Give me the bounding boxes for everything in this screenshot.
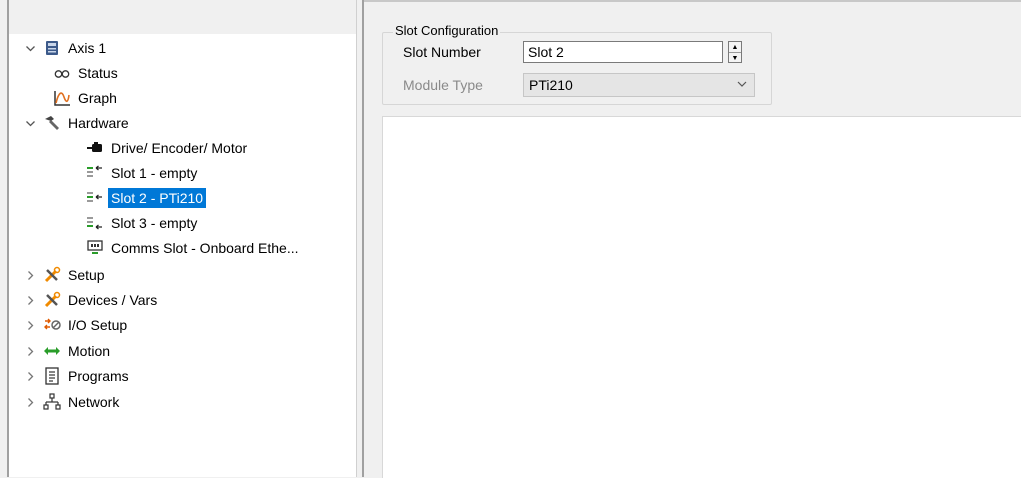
slot-icon bbox=[86, 164, 104, 182]
chevron-right-icon[interactable] bbox=[23, 293, 37, 307]
status-eyes-icon bbox=[53, 64, 71, 82]
slot-number-field[interactable]: Slot 2 bbox=[523, 41, 723, 63]
chevron-right-icon[interactable] bbox=[23, 344, 37, 358]
setup-tools-icon bbox=[43, 266, 61, 284]
tree-item-hardware[interactable]: Hardware bbox=[23, 111, 132, 135]
tree-item-label: Network bbox=[68, 394, 120, 410]
chevron-right-icon[interactable] bbox=[23, 369, 37, 383]
slot-configuration-group: Slot Configuration Slot Number Slot 2 ▲ … bbox=[382, 23, 772, 105]
group-title: Slot Configuration bbox=[393, 23, 501, 39]
tree-item-label: Motion bbox=[68, 343, 111, 359]
module-type-select[interactable]: PTi210 bbox=[523, 73, 755, 97]
slot-number-spinner[interactable]: ▲ ▼ bbox=[728, 41, 742, 63]
panel-top-border bbox=[364, 0, 1021, 2]
slot-icon bbox=[86, 214, 104, 232]
tree-item-label: Programs bbox=[68, 368, 129, 384]
tree-item-status[interactable]: Status bbox=[53, 61, 121, 85]
slot-icon bbox=[86, 189, 104, 207]
tree-item-setup[interactable]: Setup bbox=[23, 263, 108, 287]
tree-item-label: Status bbox=[78, 65, 118, 81]
tree-item-label: Hardware bbox=[68, 115, 129, 131]
tree-item-slot-2[interactable]: Slot 2 - PTi210 bbox=[86, 186, 207, 210]
tree-item-comms-slot[interactable]: Comms Slot - Onboard Ethe... bbox=[86, 236, 302, 260]
tree-item-label: Devices / Vars bbox=[68, 292, 158, 308]
tree-item-network[interactable]: Network bbox=[23, 390, 122, 414]
chevron-down-icon bbox=[736, 78, 748, 93]
motor-icon bbox=[86, 139, 104, 157]
tree-item-label: Comms Slot - Onboard Ethe... bbox=[111, 240, 299, 256]
tree-item-axis-1[interactable]: Axis 1 bbox=[23, 36, 109, 60]
chevron-right-icon[interactable] bbox=[23, 395, 37, 409]
tree-item-programs[interactable]: Programs bbox=[23, 364, 132, 388]
network-icon bbox=[43, 393, 61, 411]
tree-item-slot-1[interactable]: Slot 1 - empty bbox=[86, 161, 200, 185]
devices-tools-icon bbox=[43, 291, 61, 309]
comms-slot-icon bbox=[86, 239, 104, 257]
tree-item-label: Slot 1 - empty bbox=[111, 165, 198, 181]
slot-number-label: Slot Number bbox=[403, 44, 481, 60]
tree-item-devices-vars[interactable]: Devices / Vars bbox=[23, 288, 160, 312]
tree-item-label: Drive/ Encoder/ Motor bbox=[111, 140, 248, 156]
spinner-down-button[interactable]: ▼ bbox=[729, 53, 741, 63]
tree-item-label: I/O Setup bbox=[68, 317, 128, 333]
spinner-up-button[interactable]: ▲ bbox=[729, 42, 741, 53]
chevron-right-icon[interactable] bbox=[23, 268, 37, 282]
tree-header-strip bbox=[9, 0, 356, 34]
io-setup-icon bbox=[43, 316, 61, 334]
tree-item-label: Slot 2 - PTi210 bbox=[108, 188, 207, 208]
slot-config-panel: Slot Configuration Slot Number Slot 2 ▲ … bbox=[364, 0, 1021, 478]
tree-item-drive-encoder-motor[interactable]: Drive/ Encoder/ Motor bbox=[86, 136, 250, 160]
chevron-down-icon[interactable] bbox=[23, 41, 37, 55]
panel-splitter[interactable] bbox=[356, 0, 361, 477]
hardware-hammer-icon bbox=[43, 114, 61, 132]
motion-arrows-icon bbox=[43, 342, 61, 360]
module-type-value: PTi210 bbox=[529, 77, 573, 93]
configuration-content-area bbox=[382, 116, 1021, 478]
graph-icon bbox=[53, 89, 71, 107]
tree-item-slot-3[interactable]: Slot 3 - empty bbox=[86, 211, 200, 235]
tree-item-label: Slot 3 - empty bbox=[111, 215, 198, 231]
tree-item-label: Graph bbox=[78, 90, 117, 106]
chevron-down-icon[interactable] bbox=[23, 116, 37, 130]
navigation-tree[interactable]: Axis 1 Status Graph Hardware Drive/ Enco… bbox=[9, 0, 356, 477]
tree-item-motion[interactable]: Motion bbox=[23, 339, 113, 363]
tree-item-label: Setup bbox=[68, 267, 105, 283]
axis-drive-icon bbox=[43, 39, 61, 57]
tree-item-label: Axis 1 bbox=[68, 40, 107, 56]
slot-number-value: Slot 2 bbox=[528, 44, 564, 60]
chevron-right-icon[interactable] bbox=[23, 318, 37, 332]
module-type-label: Module Type bbox=[403, 77, 483, 93]
programs-document-icon bbox=[43, 367, 61, 385]
tree-item-io-setup[interactable]: I/O Setup bbox=[23, 313, 130, 337]
tree-item-graph[interactable]: Graph bbox=[53, 86, 120, 110]
